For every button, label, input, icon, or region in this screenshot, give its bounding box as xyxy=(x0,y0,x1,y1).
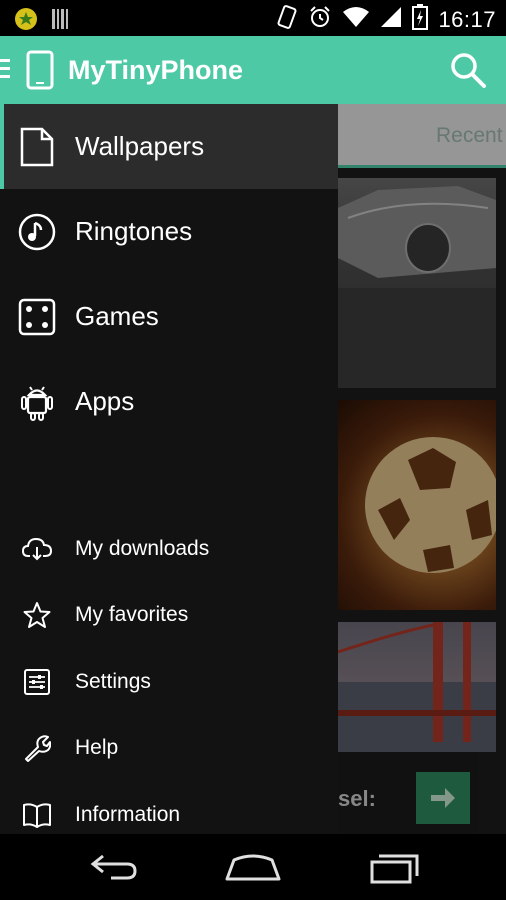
navigation-drawer: Wallpapers Ringtones Games Apps My downl… xyxy=(0,104,338,834)
drawer-item-label: My downloads xyxy=(75,537,210,560)
drawer-item-my-favorites[interactable]: My favorites xyxy=(0,582,338,648)
status-bar: 16:17 xyxy=(0,0,506,36)
drawer-item-label: Games xyxy=(75,301,159,331)
drawer-item-games[interactable]: Games xyxy=(0,274,338,359)
cloud-download-icon xyxy=(22,534,52,564)
recent-apps-button[interactable] xyxy=(365,844,425,890)
drawer-item-wallpapers[interactable]: Wallpapers xyxy=(0,104,338,189)
book-icon xyxy=(22,800,52,830)
drawer-item-my-downloads[interactable]: My downloads xyxy=(0,516,338,582)
wrench-icon xyxy=(22,733,52,763)
android-icon xyxy=(18,383,56,421)
alarm-icon xyxy=(308,5,332,34)
vibrate-icon xyxy=(276,4,298,35)
home-button[interactable] xyxy=(223,844,283,890)
tab-recent[interactable]: Recent xyxy=(436,124,503,148)
star-icon xyxy=(22,600,52,630)
drawer-item-label: Wallpapers xyxy=(75,131,205,161)
signal-icon xyxy=(380,6,402,33)
drawer-item-label: My favorites xyxy=(75,603,189,626)
drawer-item-help[interactable]: Help xyxy=(0,715,338,781)
selection-label: sel: xyxy=(338,786,376,811)
app-title: MyTinyPhone xyxy=(68,55,244,85)
back-icon xyxy=(90,854,137,880)
app-bar: MyTinyPhone xyxy=(0,36,506,104)
drawer-item-label: Help xyxy=(75,736,119,759)
drawer-item-apps[interactable]: Apps xyxy=(0,359,338,444)
tab-strip: Recent xyxy=(338,104,506,168)
drawer-item-label: Information xyxy=(75,803,181,826)
battery-icon xyxy=(412,4,429,35)
android-notification-icon xyxy=(14,7,38,36)
wallpaper-thumbnail[interactable] xyxy=(338,622,496,752)
drawer-item-settings[interactable]: Settings xyxy=(0,649,338,715)
search-button[interactable] xyxy=(448,50,488,90)
document-icon xyxy=(18,127,56,166)
drawer-item-ringtones[interactable]: Ringtones xyxy=(0,189,338,274)
wallpaper-thumbnail[interactable] xyxy=(338,400,496,610)
home-icon xyxy=(225,854,281,881)
music-note-icon xyxy=(18,213,56,251)
dice-icon xyxy=(18,298,56,336)
phone-logo-icon xyxy=(26,50,54,95)
drawer-toggle-icon[interactable] xyxy=(0,59,10,83)
sliders-icon xyxy=(22,667,52,697)
drawer-item-label: Settings xyxy=(75,670,151,693)
clock-time: 16:17 xyxy=(438,6,496,32)
system-nav-bar xyxy=(0,834,506,900)
barcode-icon xyxy=(52,9,70,34)
wifi-icon xyxy=(342,6,370,33)
drawer-item-label: Ringtones xyxy=(75,216,193,246)
next-button[interactable] xyxy=(416,772,470,824)
search-icon xyxy=(451,53,486,88)
back-button[interactable] xyxy=(84,844,144,890)
drawer-item-label: Apps xyxy=(75,386,135,416)
recent-apps-icon xyxy=(370,854,419,884)
wallpaper-thumbnail[interactable] xyxy=(338,178,496,388)
arrow-right-icon xyxy=(431,788,455,808)
